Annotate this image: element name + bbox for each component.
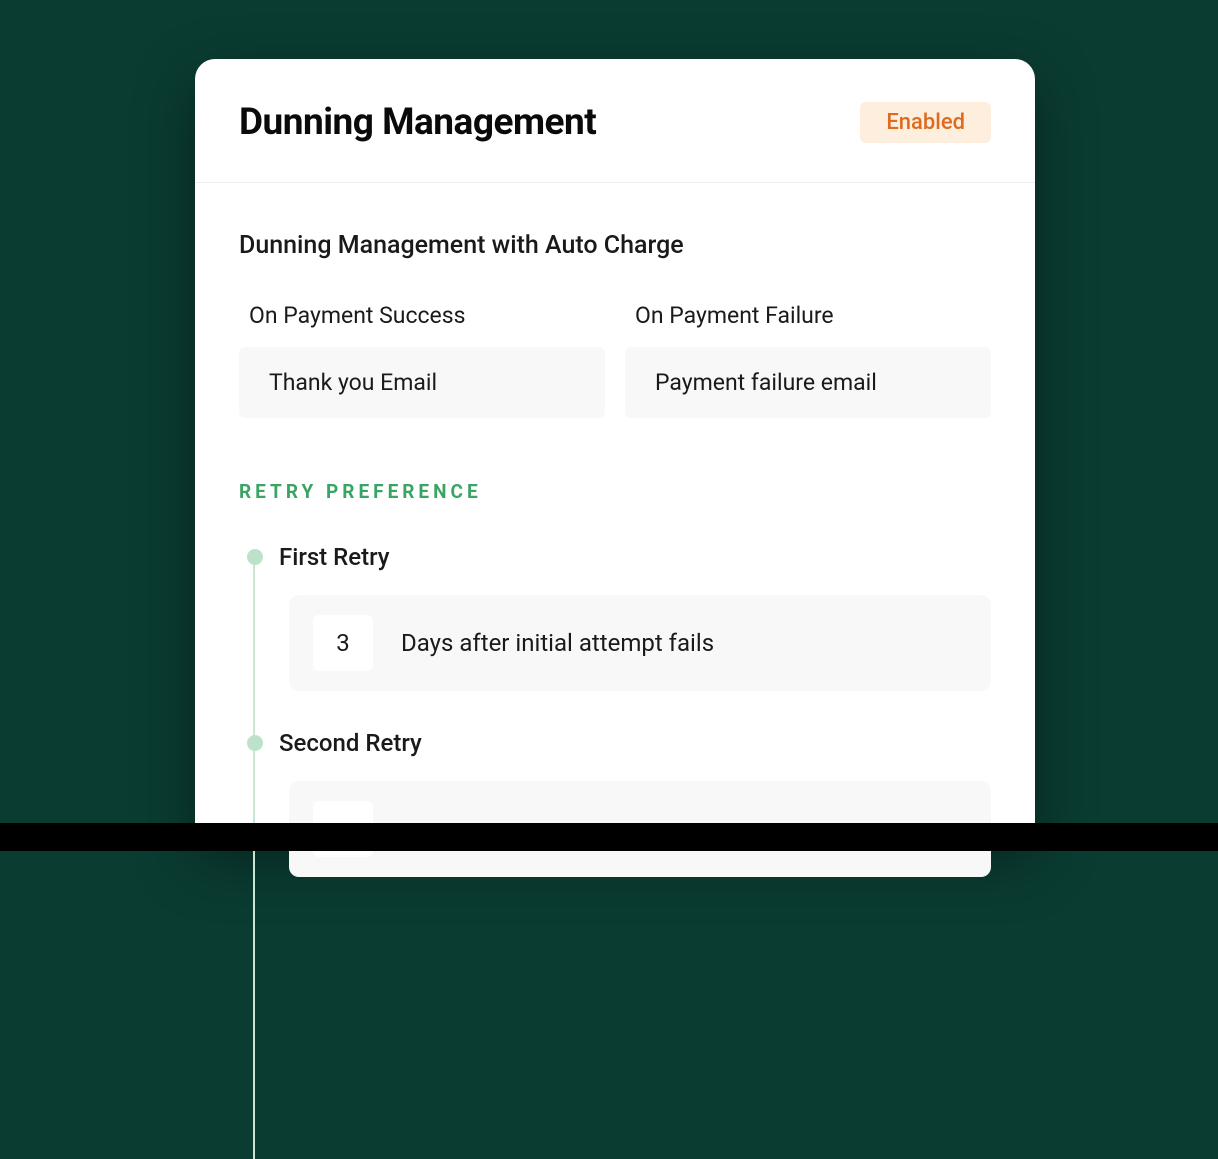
timeline-dot-icon — [247, 549, 263, 565]
status-badge-enabled: Enabled — [860, 102, 991, 143]
payment-success-select[interactable]: Thank you Email — [239, 347, 605, 418]
retry-preference-heading: RETRY PREFERENCE — [239, 480, 991, 503]
payment-failure-group: On Payment Failure Payment failure email — [625, 302, 991, 418]
page-title: Dunning Management — [239, 101, 596, 144]
payment-success-group: On Payment Success Thank you Email — [239, 302, 605, 418]
section-subtitle: Dunning Management with Auto Charge — [239, 231, 991, 260]
bottom-band — [0, 823, 1218, 851]
first-retry-days-input[interactable]: 3 — [313, 615, 373, 671]
first-retry-item: First Retry 3 Days after initial attempt… — [247, 543, 991, 691]
dunning-management-card: Dunning Management Enabled Dunning Manag… — [195, 59, 1035, 839]
card-body: Dunning Management with Auto Charge On P… — [195, 183, 1035, 877]
payment-failure-select[interactable]: Payment failure email — [625, 347, 991, 418]
first-retry-label: First Retry — [279, 543, 991, 571]
card-header: Dunning Management Enabled — [195, 59, 1035, 183]
timeline-dot-icon — [247, 735, 263, 751]
second-retry-label: Second Retry — [279, 729, 991, 757]
payment-failure-label: On Payment Failure — [625, 302, 991, 329]
first-retry-description: Days after initial attempt fails — [401, 629, 714, 657]
field-row: On Payment Success Thank you Email On Pa… — [239, 302, 991, 418]
second-retry-item: Second Retry — [247, 729, 991, 877]
first-retry-config: 3 Days after initial attempt fails — [289, 595, 991, 691]
payment-success-label: On Payment Success — [239, 302, 605, 329]
